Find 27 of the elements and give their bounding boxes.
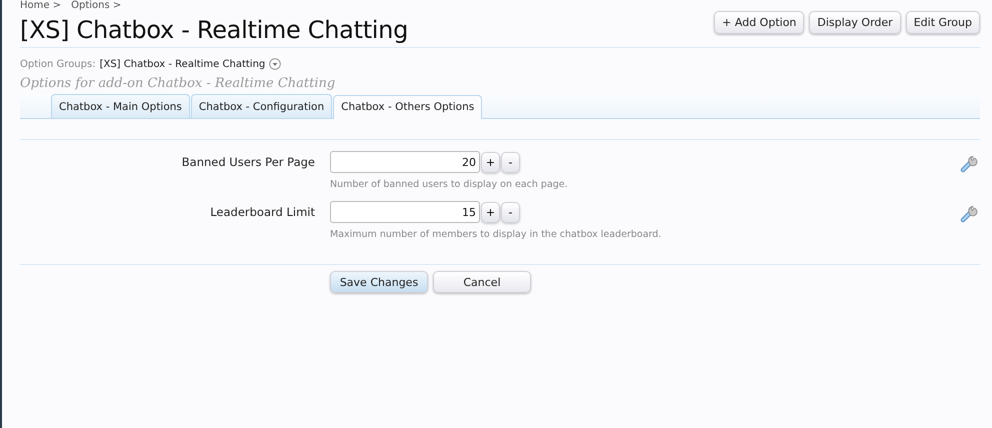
option-hint: Maximum number of members to display in the chatbox leaderboard. xyxy=(330,229,662,240)
save-button[interactable]: Save Changes xyxy=(330,271,428,293)
option-groups-label: Option Groups: xyxy=(20,58,96,70)
header-button[interactable]: Edit Group xyxy=(906,11,980,34)
tab[interactable]: Chatbox - Others Options xyxy=(333,95,482,119)
option-hint: Number of banned users to display on each page. xyxy=(330,179,569,190)
decrement-button[interactable]: - xyxy=(501,152,520,172)
dropdown-icon[interactable] xyxy=(269,58,282,70)
breadcrumb-link[interactable]: Home > xyxy=(20,0,62,12)
wrench-icon[interactable] xyxy=(960,205,978,223)
cancel-button[interactable]: Cancel xyxy=(433,271,531,293)
breadcrumb-link[interactable]: Options > xyxy=(71,0,122,12)
option-label: Leaderboard Limit xyxy=(209,204,315,221)
increment-button[interactable]: + xyxy=(481,152,500,172)
option-label: Banned Users Per Page xyxy=(180,154,315,171)
number-field[interactable]: 20 xyxy=(330,151,480,173)
wrench-icon[interactable] xyxy=(960,155,978,173)
tab[interactable]: Chatbox - Main Options xyxy=(51,94,190,118)
options-subtitle: Options for add-on Chatbox - Realtime Chatting xyxy=(20,76,336,91)
decrement-button[interactable]: - xyxy=(501,202,520,222)
option-group-link[interactable]: [XS] Chatbox - Realtime Chatting xyxy=(100,58,266,70)
increment-button[interactable]: + xyxy=(481,202,500,222)
header-button[interactable]: Display Order xyxy=(809,11,901,34)
page-title: [XS] Chatbox - Realtime Chatting xyxy=(20,16,408,44)
tab[interactable]: Chatbox - Configuration xyxy=(190,94,332,118)
number-field[interactable]: 15 xyxy=(330,201,480,223)
header-button[interactable]: + Add Option xyxy=(714,11,804,34)
